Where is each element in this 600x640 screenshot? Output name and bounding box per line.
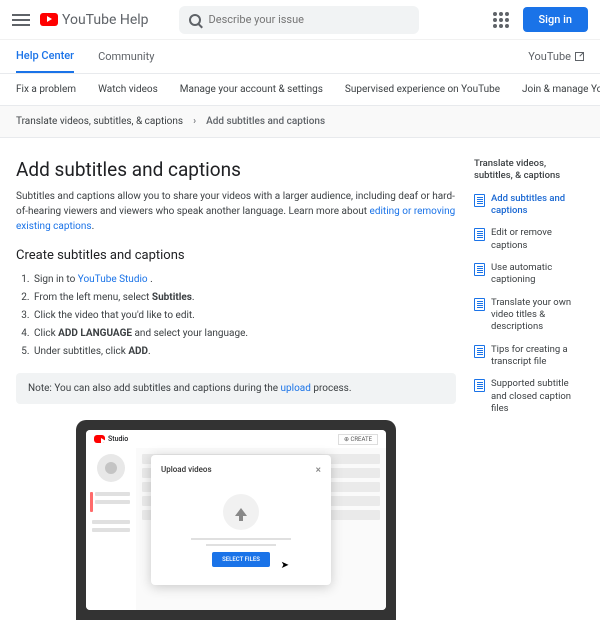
external-link-icon xyxy=(575,52,584,61)
subnav-manage[interactable]: Manage your account & settings xyxy=(180,84,323,95)
sidebar-item-add[interactable]: Add subtitles and captions xyxy=(474,193,584,218)
select-files-button: SELECT FILES xyxy=(212,552,270,567)
sidebar-item-auto[interactable]: Use automatic captioning xyxy=(474,262,584,287)
sidebar-item-translate[interactable]: Translate your own video titles & descri… xyxy=(474,297,584,334)
menu-icon[interactable] xyxy=(12,14,30,26)
step-4: Click ADD LANGUAGE and select your langu… xyxy=(32,325,456,343)
breadcrumb-parent[interactable]: Translate videos, subtitles, & captions xyxy=(16,116,183,127)
sidebar-item-edit[interactable]: Edit or remove captions xyxy=(474,227,584,252)
doc-icon xyxy=(474,263,485,276)
search-input[interactable] xyxy=(209,13,409,26)
search-box[interactable] xyxy=(179,6,419,34)
subnav-supervised[interactable]: Supervised experience on YouTube xyxy=(345,84,500,95)
sidebar-item-supported[interactable]: Supported subtitle and closed caption fi… xyxy=(474,378,584,415)
cursor-icon: ➤ xyxy=(281,560,289,571)
subnav-watch[interactable]: Watch videos xyxy=(98,84,158,95)
apps-icon[interactable] xyxy=(493,12,509,28)
step-2: From the left menu, select Subtitles. xyxy=(32,289,456,307)
tab-help-center[interactable]: Help Center xyxy=(16,40,74,73)
youtube-link[interactable]: YouTube xyxy=(528,50,584,63)
doc-icon xyxy=(474,345,485,358)
logo[interactable]: YouTube Help xyxy=(40,12,149,28)
tab-community[interactable]: Community xyxy=(98,40,154,73)
upload-modal: Upload videos × SELECT FILES ➤ xyxy=(151,455,331,585)
avatar xyxy=(97,454,125,482)
youtube-icon xyxy=(40,13,58,26)
signin-button[interactable]: Sign in xyxy=(523,7,588,32)
sidebar-item-tips[interactable]: Tips for creating a transcript file xyxy=(474,344,584,369)
studio-link[interactable]: YouTube Studio xyxy=(78,274,148,285)
breadcrumb: Translate videos, subtitles, & captions … xyxy=(0,106,600,138)
breadcrumb-current: Add subtitles and captions xyxy=(206,116,325,127)
chevron-right-icon: › xyxy=(193,116,196,127)
doc-icon xyxy=(474,298,485,311)
search-icon xyxy=(189,14,201,26)
note-box: Note: You can also add subtitles and cap… xyxy=(16,373,456,404)
studio-logo: Studio xyxy=(94,435,128,443)
upload-icon xyxy=(223,494,259,530)
doc-icon xyxy=(474,379,485,392)
section-heading: Create subtitles and captions xyxy=(16,248,456,263)
step-5: Under subtitles, click ADD. xyxy=(32,343,456,361)
create-button: ⊕ CREATE xyxy=(338,434,378,445)
intro-text: Subtitles and captions allow you to shar… xyxy=(16,189,456,234)
modal-title: Upload videos xyxy=(161,465,212,476)
doc-icon xyxy=(474,194,485,207)
step-1: Sign in to YouTube Studio . xyxy=(32,271,456,289)
upload-link[interactable]: upload xyxy=(281,383,311,394)
logo-text: YouTube Help xyxy=(62,12,149,28)
step-3: Click the video that you'd like to edit. xyxy=(32,307,456,325)
subnav-fix[interactable]: Fix a problem xyxy=(16,84,76,95)
sidebar-title: Translate videos, subtitles, & captions xyxy=(474,158,584,183)
page-title: Add subtitles and captions xyxy=(16,158,456,181)
doc-icon xyxy=(474,228,485,241)
preview-image: Studio ⊕ CREATE xyxy=(16,420,456,620)
subnav-premium[interactable]: Join & manage YouTube Premium xyxy=(522,84,600,95)
close-icon: × xyxy=(316,465,321,476)
